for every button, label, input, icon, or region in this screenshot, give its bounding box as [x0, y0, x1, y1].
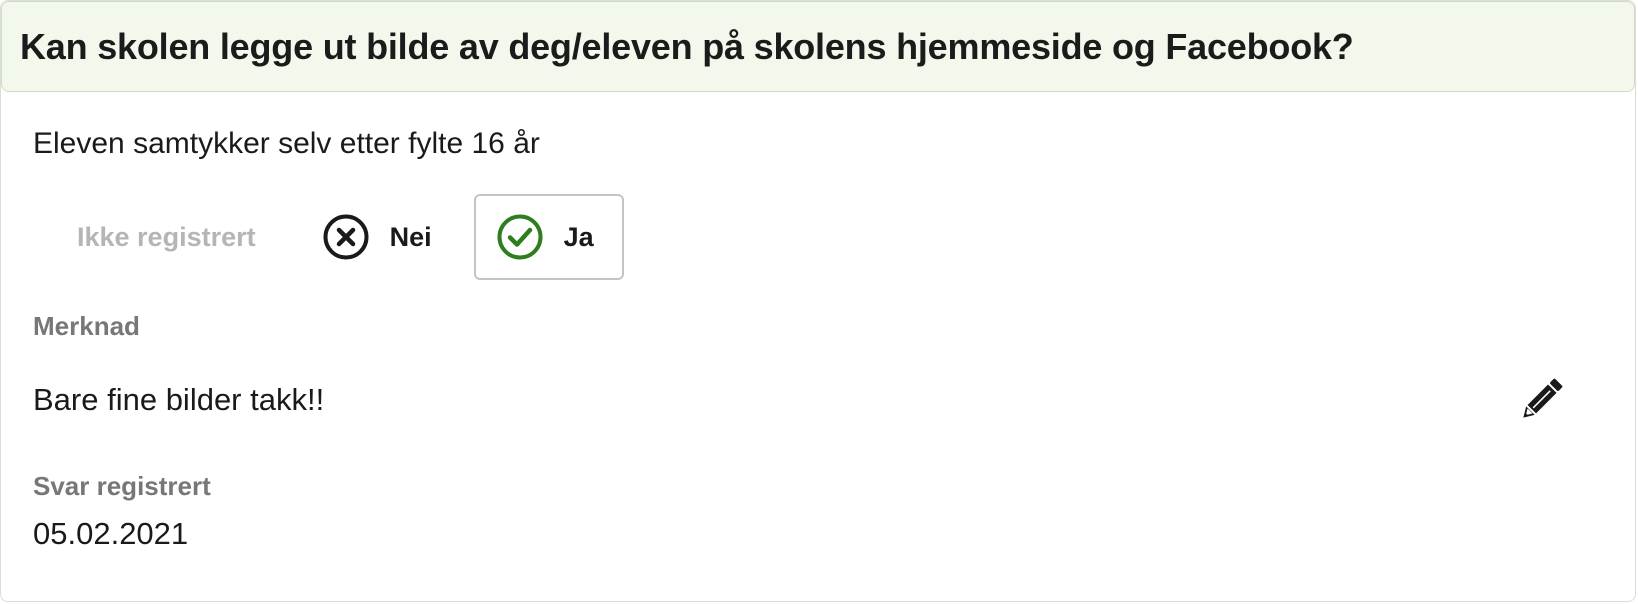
option-not-registered-label: Ikke registrert: [77, 221, 256, 252]
edit-note-button[interactable]: [1515, 374, 1567, 426]
answer-options: Ikke registrert Nei Ja: [33, 193, 1603, 281]
question-title: Kan skolen legge ut bilde av deg/eleven …: [20, 25, 1354, 67]
option-yes-label: Ja: [563, 221, 594, 252]
option-no-label: Nei: [389, 221, 432, 252]
check-circle-icon: [496, 213, 544, 261]
note-text: Bare fine bilder takk!!: [33, 382, 325, 417]
option-not-registered[interactable]: Ikke registrert: [33, 194, 300, 280]
consent-card: Kan skolen legge ut bilde av deg/eleven …: [0, 0, 1636, 602]
pencil-icon: [1516, 375, 1566, 425]
note-row: Bare fine bilder takk!!: [33, 378, 1603, 420]
card-body: Eleven samtykker selv etter fylte 16 år …: [1, 126, 1635, 552]
option-no[interactable]: Nei: [300, 194, 454, 280]
x-circle-icon: [322, 213, 370, 261]
option-yes[interactable]: Ja: [473, 194, 624, 280]
registered-date: 05.02.2021: [33, 516, 189, 551]
registered-label: Svar registrert: [33, 471, 211, 501]
note-label: Merknad: [33, 311, 140, 341]
consent-info-text: Eleven samtykker selv etter fylte 16 år: [33, 127, 540, 160]
card-header: Kan skolen legge ut bilde av deg/eleven …: [1, 1, 1635, 92]
